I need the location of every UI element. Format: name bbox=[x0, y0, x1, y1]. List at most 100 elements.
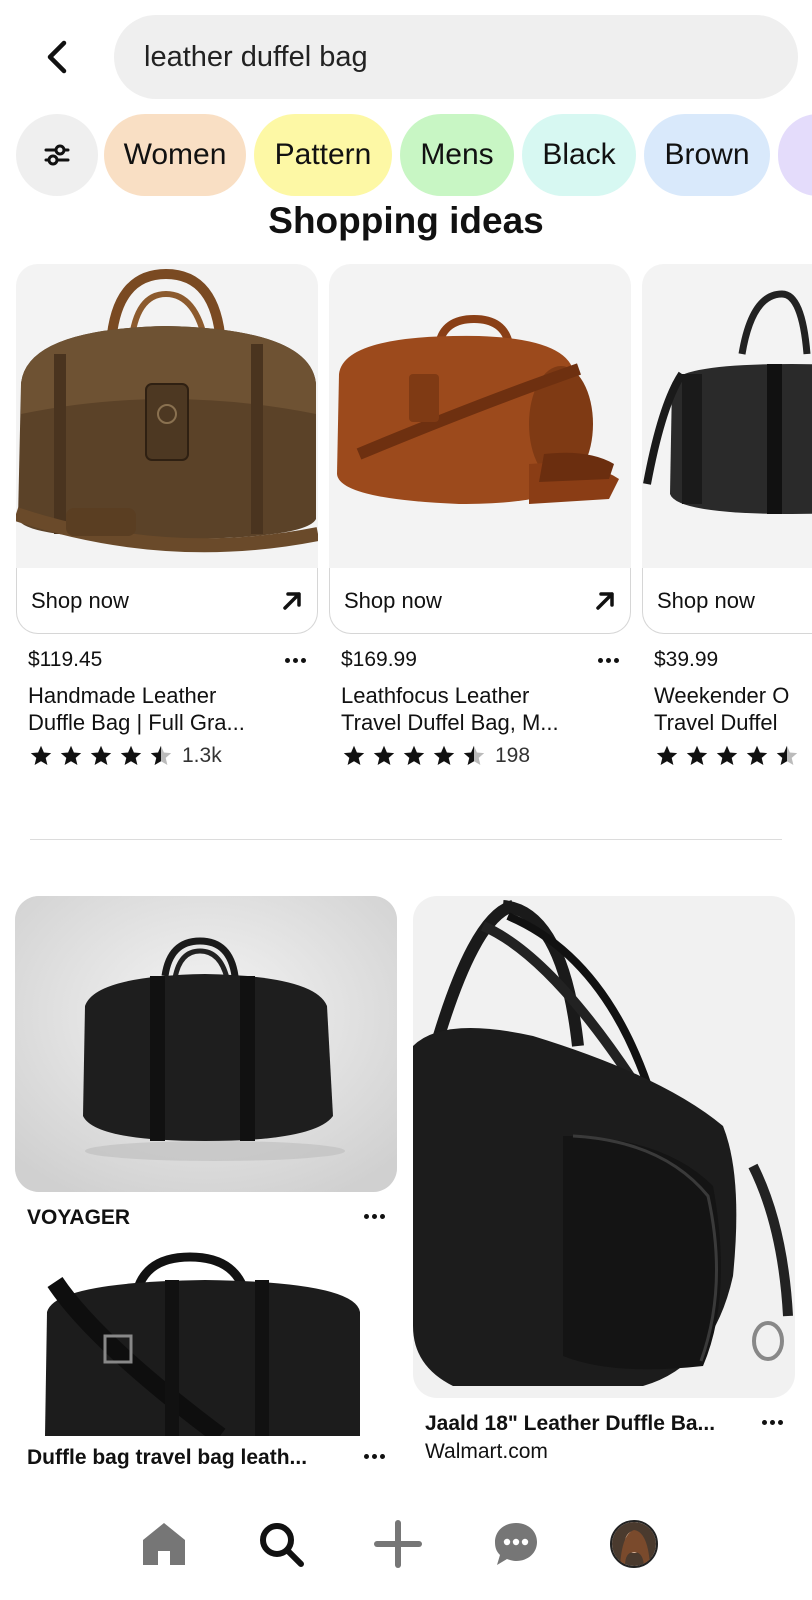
black-duffel-closeup-photo bbox=[413, 900, 793, 1386]
product-title-line2: Travel Duffel Bag, M... bbox=[341, 710, 559, 735]
avatar bbox=[610, 1520, 658, 1568]
tan-duffel-bag-image bbox=[337, 314, 619, 504]
pin-image[interactable] bbox=[413, 896, 795, 1398]
chip-women[interactable]: Women bbox=[104, 114, 246, 196]
shop-now-button[interactable]: Shop now bbox=[642, 568, 812, 634]
price-row: $39.99 bbox=[642, 648, 812, 672]
arrow-up-right-icon bbox=[596, 591, 614, 610]
pin-title[interactable]: Jaald 18" Leather Duffle Ba... bbox=[425, 1412, 715, 1436]
bottom-navigation bbox=[0, 1496, 812, 1600]
pin-image[interactable] bbox=[15, 1252, 397, 1436]
pin-meta: VOYAGER bbox=[15, 1206, 397, 1230]
product-price: $119.45 bbox=[28, 648, 103, 671]
chip-mens[interactable]: Mens bbox=[400, 114, 514, 196]
star-icon bbox=[120, 745, 142, 765]
more-options-icon[interactable] bbox=[364, 1446, 385, 1466]
star-icon bbox=[686, 745, 708, 765]
chevron-left-icon bbox=[47, 40, 67, 74]
product-title-line1: Handmade Leather bbox=[28, 683, 217, 708]
price-row: $169.99 bbox=[329, 648, 631, 672]
product-title[interactable]: Leathfocus Leather Travel Duffel Bag, M.… bbox=[329, 682, 631, 736]
star-icon bbox=[716, 745, 738, 765]
star-icon bbox=[656, 745, 678, 765]
black-bag-photo bbox=[15, 896, 397, 1192]
pin-meta: Jaald 18" Leather Duffle Ba... bbox=[413, 1412, 795, 1436]
star-icon bbox=[403, 745, 425, 765]
home-icon bbox=[143, 1523, 185, 1565]
half-star-icon bbox=[463, 745, 485, 765]
product-image[interactable] bbox=[642, 264, 812, 568]
pin-image[interactable] bbox=[15, 896, 397, 1192]
price-row: $119.45 bbox=[16, 648, 318, 672]
pin-source[interactable]: Walmart.com bbox=[413, 1440, 795, 1464]
star-icon bbox=[90, 745, 112, 765]
star-icon bbox=[30, 745, 52, 765]
rating-count: 1.3k bbox=[182, 744, 222, 767]
sliders-icon bbox=[44, 144, 70, 166]
section-title: Shopping ideas bbox=[268, 200, 544, 241]
half-star-icon bbox=[776, 745, 798, 765]
product-image[interactable] bbox=[329, 264, 631, 568]
star-icon bbox=[746, 745, 768, 765]
top-bar: leather duffel bag bbox=[0, 0, 812, 110]
pin-card[interactable]: VOYAGER bbox=[15, 896, 397, 1230]
chat-icon bbox=[495, 1523, 537, 1565]
filter-chips: Women Pattern Mens Black Brown bbox=[16, 114, 812, 198]
pin-title[interactable]: VOYAGER bbox=[27, 1206, 130, 1230]
section-divider bbox=[30, 839, 782, 840]
chip-pattern[interactable]: Pattern bbox=[254, 114, 392, 196]
profile-photo bbox=[612, 1522, 656, 1566]
nav-messages[interactable] bbox=[486, 1514, 546, 1574]
chip-more[interactable] bbox=[778, 114, 812, 196]
search-query-text: leather duffel bag bbox=[144, 40, 368, 73]
plus-icon bbox=[374, 1520, 422, 1568]
shop-now-label: Shop now bbox=[31, 587, 129, 613]
product-price: $169.99 bbox=[341, 648, 417, 671]
nav-search[interactable] bbox=[251, 1514, 311, 1574]
shop-now-button[interactable]: Shop now bbox=[329, 568, 631, 634]
more-options-icon[interactable] bbox=[598, 650, 619, 670]
product-title-line2: Travel Duffel bbox=[654, 710, 778, 735]
chip-brown[interactable]: Brown bbox=[644, 114, 770, 196]
half-star-icon bbox=[150, 745, 172, 765]
product-title-line1: Leathfocus Leather bbox=[341, 683, 530, 708]
star-rating: 198 bbox=[329, 744, 631, 768]
product-card[interactable]: Shop now $39.99 Weekender O Travel Duffe… bbox=[642, 264, 812, 768]
shopping-carousel[interactable]: Shop now $119.45 Handmade Leather Duffle… bbox=[0, 264, 812, 784]
more-options-icon[interactable] bbox=[762, 1412, 783, 1432]
nav-home[interactable] bbox=[134, 1514, 194, 1574]
star-icon bbox=[60, 745, 82, 765]
product-card[interactable]: Shop now $119.45 Handmade Leather Duffle… bbox=[16, 264, 318, 768]
star-icon bbox=[343, 745, 365, 765]
chip-black[interactable]: Black bbox=[522, 114, 636, 196]
product-title[interactable]: Weekender O Travel Duffel bbox=[642, 682, 812, 736]
shop-now-label: Shop now bbox=[344, 587, 442, 613]
star-icon bbox=[373, 745, 395, 765]
product-card[interactable]: Shop now $169.99 Leathfocus Leather Trav… bbox=[329, 264, 631, 768]
brown-duffel-bag-image bbox=[16, 268, 318, 553]
more-options-icon[interactable] bbox=[285, 650, 306, 670]
product-title-line1: Weekender O bbox=[654, 683, 790, 708]
product-image[interactable] bbox=[16, 264, 318, 568]
black-bag-strap-photo bbox=[45, 1252, 360, 1436]
pin-title[interactable]: Duffle bag travel bag leath... bbox=[27, 1446, 307, 1470]
filter-options-button[interactable] bbox=[16, 114, 98, 196]
star-rating: 1.3k bbox=[16, 744, 318, 768]
arrow-up-right-icon bbox=[283, 591, 301, 610]
star-rating bbox=[642, 744, 812, 768]
rating-count: 198 bbox=[495, 744, 531, 767]
more-options-icon[interactable] bbox=[364, 1206, 385, 1226]
star-icon bbox=[433, 745, 455, 765]
product-title-line2: Duffle Bag | Full Gra... bbox=[28, 710, 245, 735]
nav-create[interactable] bbox=[368, 1514, 428, 1574]
pin-card[interactable]: Jaald 18" Leather Duffle Ba... Walmart.c… bbox=[413, 896, 795, 1464]
pin-card[interactable]: Duffle bag travel bag leath... bbox=[15, 1252, 397, 1470]
nav-profile[interactable] bbox=[604, 1514, 664, 1574]
product-title[interactable]: Handmade Leather Duffle Bag | Full Gra..… bbox=[16, 682, 318, 736]
search-input[interactable]: leather duffel bag bbox=[114, 15, 798, 99]
black-duffel-bag-image bbox=[643, 290, 812, 514]
back-button[interactable] bbox=[34, 34, 80, 80]
search-icon bbox=[260, 1523, 304, 1567]
pin-meta: Duffle bag travel bag leath... bbox=[15, 1446, 397, 1470]
shop-now-button[interactable]: Shop now bbox=[16, 568, 318, 634]
